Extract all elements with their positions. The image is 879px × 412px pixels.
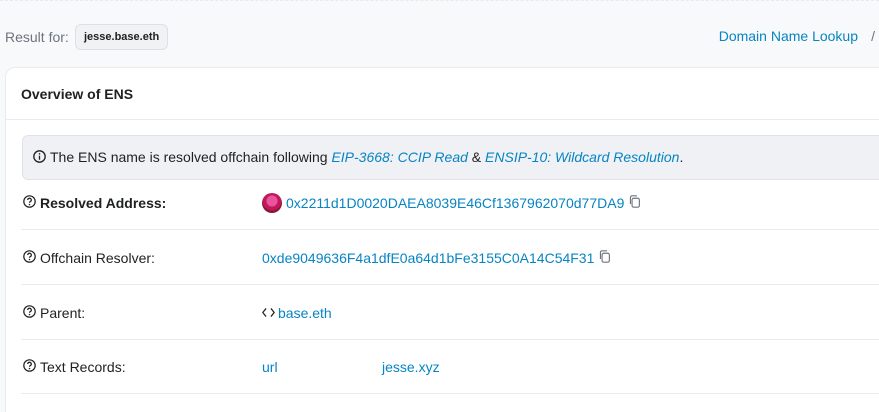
avatar-icon <box>262 192 282 213</box>
breadcrumb-domain-lookup[interactable]: Domain Name Lookup <box>719 28 858 44</box>
parent-link[interactable]: base.eth <box>278 305 332 321</box>
alert-middle: & <box>467 149 486 165</box>
resolved-address-label: Resolved Address: <box>21 176 166 230</box>
text-record-url-link[interactable]: jesse.xyz <box>382 340 440 394</box>
offchain-resolver-label: Offchain Resolver: <box>21 231 155 285</box>
parent-value: base.eth <box>262 286 332 340</box>
offchain-resolver-text: Offchain Resolver: <box>40 250 155 266</box>
resolved-address-text: Resolved Address: <box>40 195 167 211</box>
ens-overview-card: Overview of ENS The ENS name is resolved… <box>5 67 879 412</box>
offchain-resolver-value: 0xde9049636F4a1dfE0a64d1bFe3155C0A14C54F… <box>262 231 611 285</box>
copy-icon[interactable] <box>628 176 641 230</box>
text-record-key: url <box>262 359 278 375</box>
resolved-address-link[interactable]: 0x2211d1D0020DAEA8039E46Cf1367962070d77D… <box>286 195 624 211</box>
row-parent: Parent: base.eth <box>21 286 879 340</box>
result-header: Result for: jesse.base.eth Domain Name L… <box>0 20 879 54</box>
row-text-records: Text Records: url jesse.xyz <box>21 340 879 394</box>
ensip-10-link[interactable]: ENSIP-10: Wildcard Resolution <box>485 149 679 165</box>
resolved-address-value: 0x2211d1D0020DAEA8039E46Cf1367962070d77D… <box>262 176 641 230</box>
card-title: Overview of ENS <box>6 68 879 120</box>
offchain-resolver-link[interactable]: 0xde9049636F4a1dfE0a64d1bFe3155C0A14C54F… <box>262 250 594 266</box>
question-circle-icon[interactable] <box>23 340 36 394</box>
alert-suffix: . <box>679 149 684 165</box>
result-label: Result for: <box>5 29 69 45</box>
breadcrumb-separator: / <box>871 28 875 44</box>
query-chip: jesse.base.eth <box>75 24 169 50</box>
question-circle-icon[interactable] <box>23 231 36 285</box>
code-brackets-icon <box>262 286 275 340</box>
top-divider <box>0 0 879 2</box>
question-circle-icon[interactable] <box>23 176 36 230</box>
alert-prefix: The ENS name is resolved offchain follow… <box>50 149 332 165</box>
eip-3668-link[interactable]: EIP-3668: CCIP Read <box>331 149 467 165</box>
offchain-alert: The ENS name is resolved offchain follow… <box>22 135 879 180</box>
text-records-label: Text Records: <box>21 340 126 394</box>
row-resolved-address: Resolved Address: 0x2211d1D0020DAEA8039E… <box>21 176 879 230</box>
copy-icon[interactable] <box>598 231 611 285</box>
info-icon <box>33 137 46 180</box>
question-circle-icon[interactable] <box>23 286 36 340</box>
parent-text: Parent: <box>40 305 86 321</box>
row-offchain-resolver: Offchain Resolver: 0xde9049636F4a1dfE0a6… <box>21 231 879 285</box>
text-records-text: Text Records: <box>40 359 126 375</box>
parent-label: Parent: <box>21 286 85 340</box>
